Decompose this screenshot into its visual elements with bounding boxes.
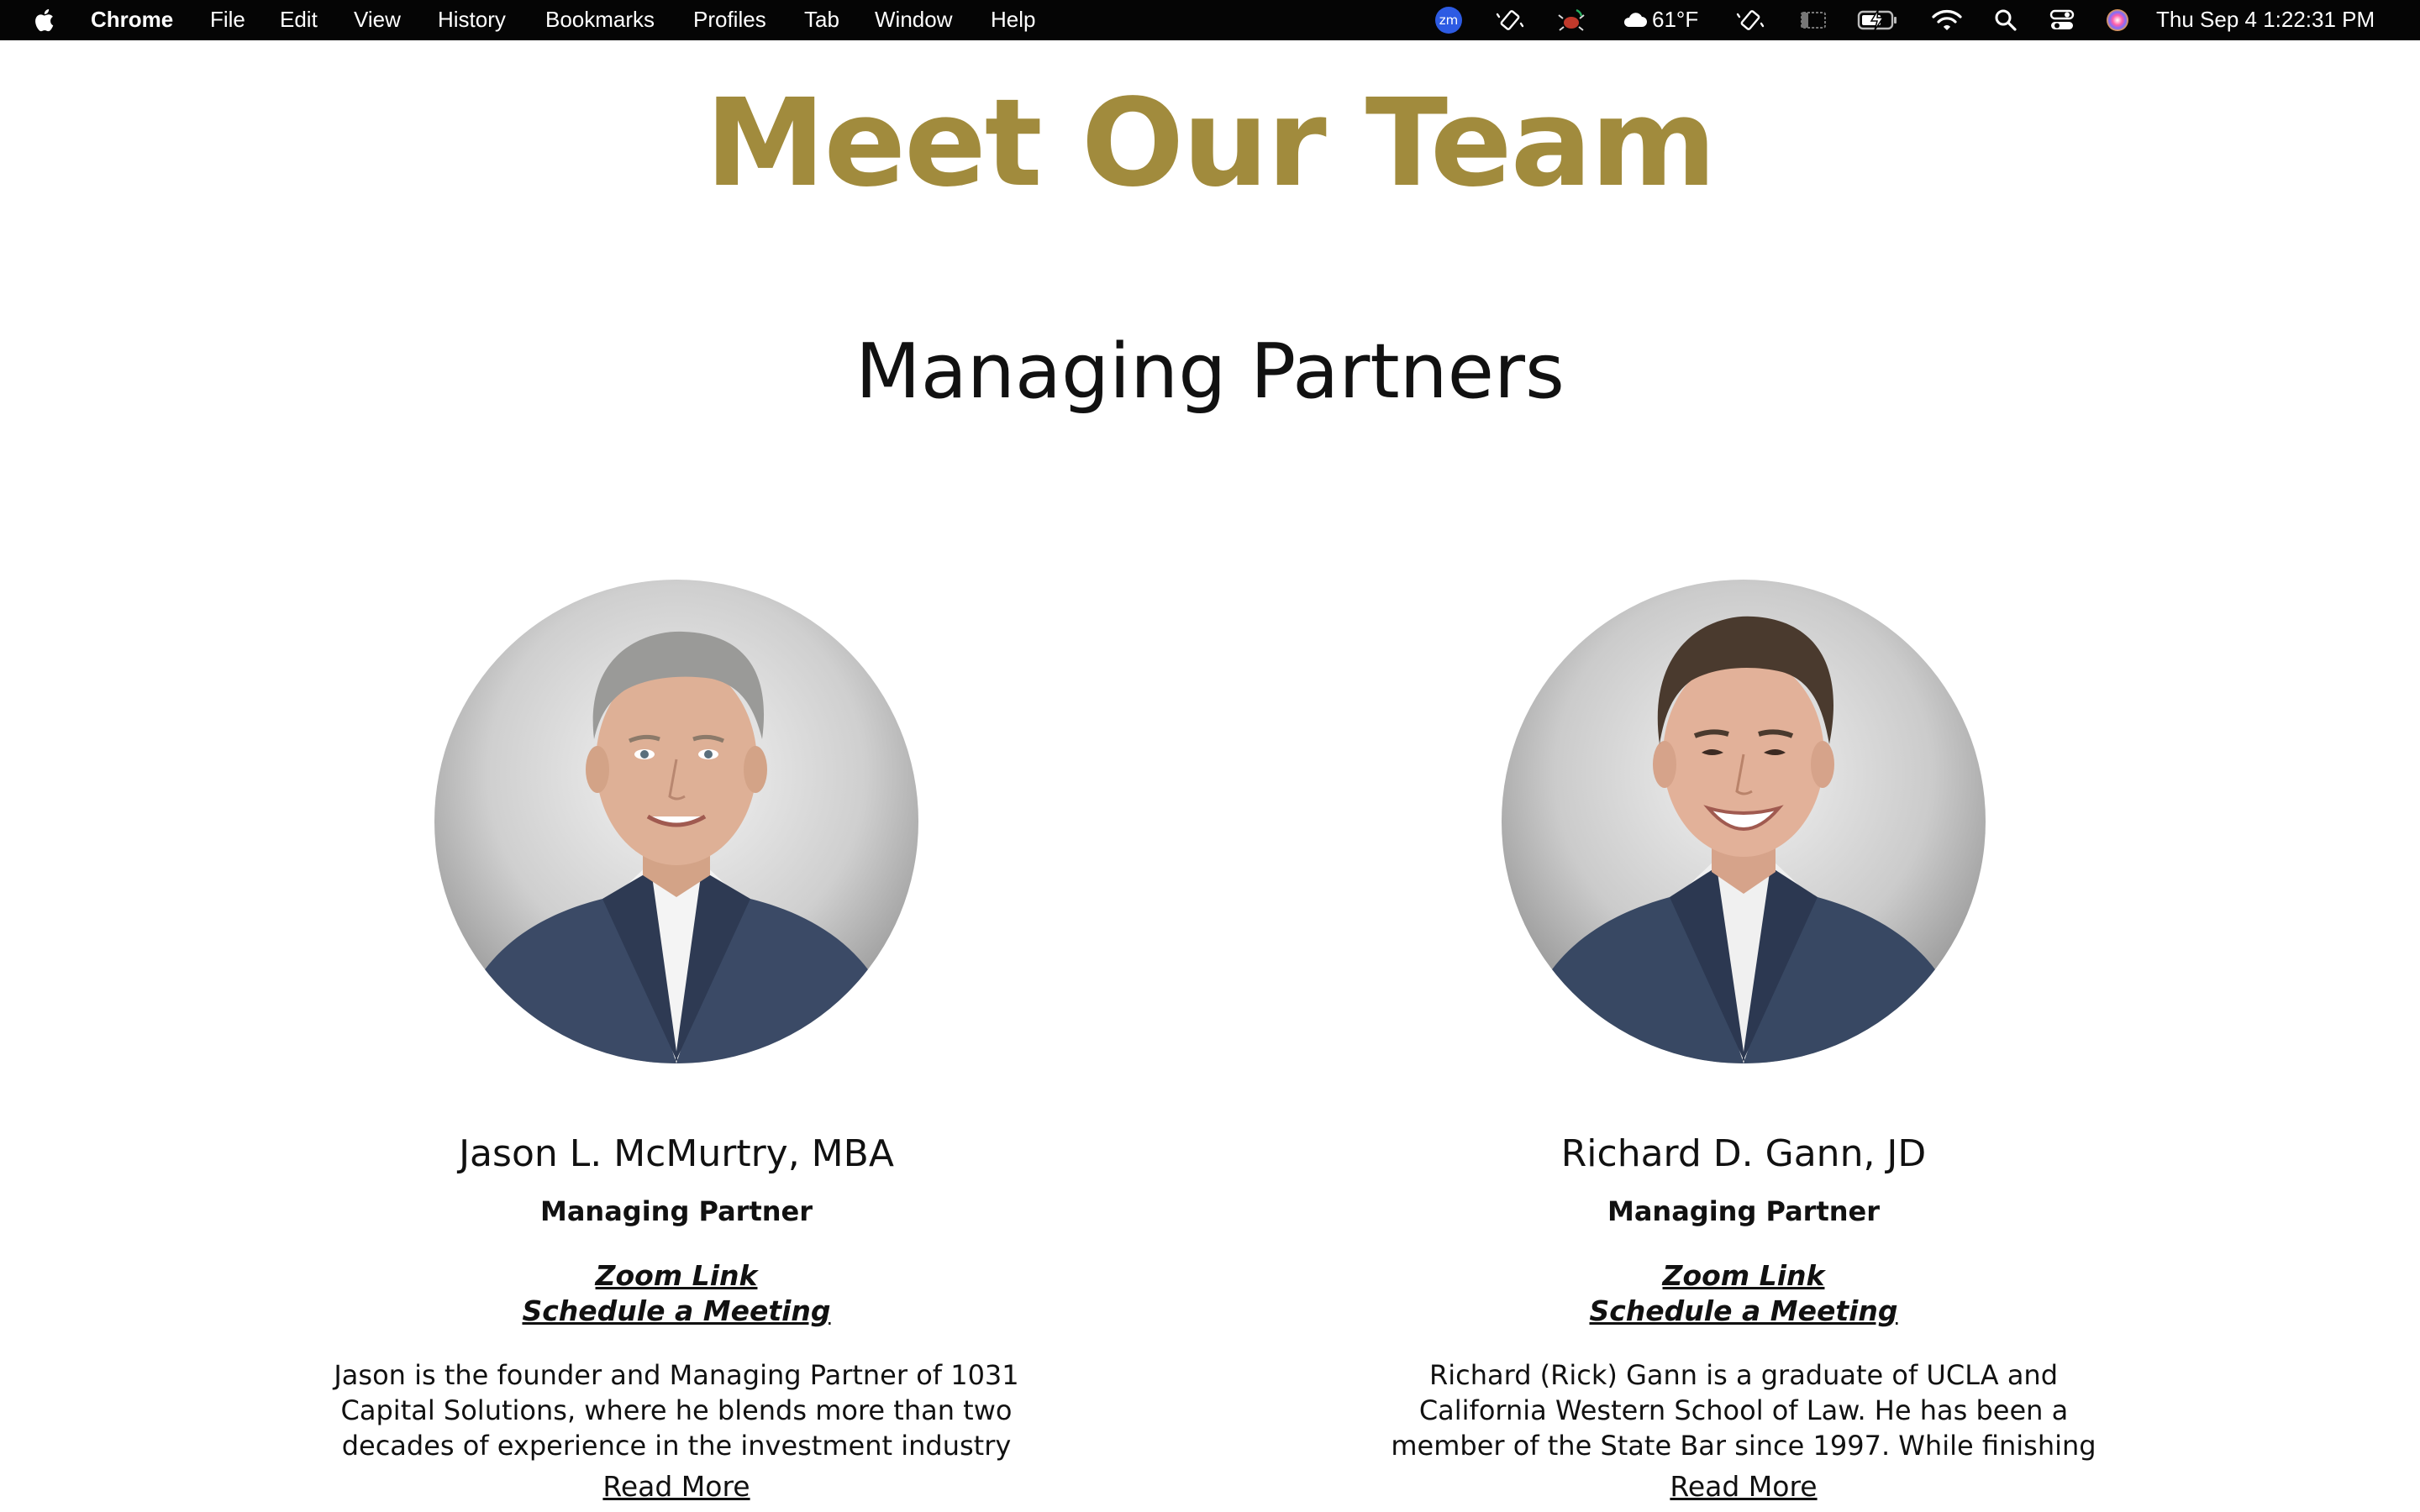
menu-bookmarks[interactable]: Bookmarks <box>545 0 655 40</box>
partner-role: Managing Partner <box>1607 1195 1881 1227</box>
bug-status-icon[interactable] <box>1556 7 1586 34</box>
menu-file[interactable]: File <box>210 0 245 40</box>
partner-photo <box>434 580 918 1063</box>
read-more-link[interactable]: Read More <box>307 1468 1046 1505</box>
zoom-link[interactable]: Zoom Link <box>1374 1258 2113 1294</box>
menu-edit[interactable]: Edit <box>280 0 318 40</box>
schedule-meeting-link[interactable]: Schedule a Meeting <box>1374 1294 2113 1329</box>
partner-card: Jason L. McMurtry, MBA Managing Partner … <box>307 538 1046 1512</box>
zoom-link[interactable]: Zoom Link <box>307 1258 1046 1294</box>
macos-menu-bar: Chrome File Edit View History Bookmarks … <box>0 0 2420 40</box>
partner-bio: Jason is the founder and Managing Partne… <box>334 1359 1019 1462</box>
siri-icon[interactable] <box>2104 7 2131 34</box>
weather-temperature[interactable]: 61°F <box>1652 0 1698 40</box>
menu-profiles[interactable]: Profiles <box>693 0 766 40</box>
page-title: Meet Our Team <box>705 72 1717 213</box>
schedule-meeting-link[interactable]: Schedule a Meeting <box>307 1294 1046 1329</box>
control-center-icon[interactable] <box>2049 7 2075 34</box>
section-title: Managing Partners <box>855 328 1565 416</box>
portrait-image <box>434 580 918 1063</box>
rotation-status-icon[interactable] <box>1496 7 1524 34</box>
wifi-icon[interactable] <box>1931 7 1963 34</box>
screen-rotation-icon[interactable] <box>1736 7 1765 34</box>
partner-name: Jason L. McMurtry, MBA <box>459 1132 894 1175</box>
apple-logo-icon[interactable] <box>34 7 57 34</box>
partner-name: Richard D. Gann, JD <box>1560 1132 1927 1175</box>
menu-bar-clock[interactable]: Thu Sep 4 1:22:31 PM <box>2156 0 2375 40</box>
menu-help[interactable]: Help <box>991 0 1035 40</box>
menu-view[interactable]: View <box>354 0 401 40</box>
portrait-image <box>1502 580 1986 1063</box>
zoom-status-icon[interactable]: zm <box>1435 7 1462 34</box>
menu-tab[interactable]: Tab <box>804 0 839 40</box>
spotlight-search-icon[interactable] <box>1993 7 2018 34</box>
partner-photo <box>1502 580 1986 1063</box>
battery-charging-icon[interactable] <box>1857 7 1899 34</box>
read-more-link[interactable]: Read More <box>1374 1468 2113 1505</box>
display-icon[interactable] <box>1798 7 1828 34</box>
cloud-icon[interactable] <box>1622 7 1649 34</box>
menu-history[interactable]: History <box>438 0 506 40</box>
menu-app-name[interactable]: Chrome <box>91 0 173 40</box>
partner-role: Managing Partner <box>539 1195 813 1227</box>
partner-bio: Richard (Rick) Gann is a graduate of UCL… <box>1391 1359 2096 1462</box>
team-page: Meet Our Team Managing Partners Jason L.… <box>0 40 2420 1512</box>
menu-window[interactable]: Window <box>875 0 952 40</box>
partner-card: Richard D. Gann, JD Managing Partner Zoo… <box>1374 538 2113 1512</box>
